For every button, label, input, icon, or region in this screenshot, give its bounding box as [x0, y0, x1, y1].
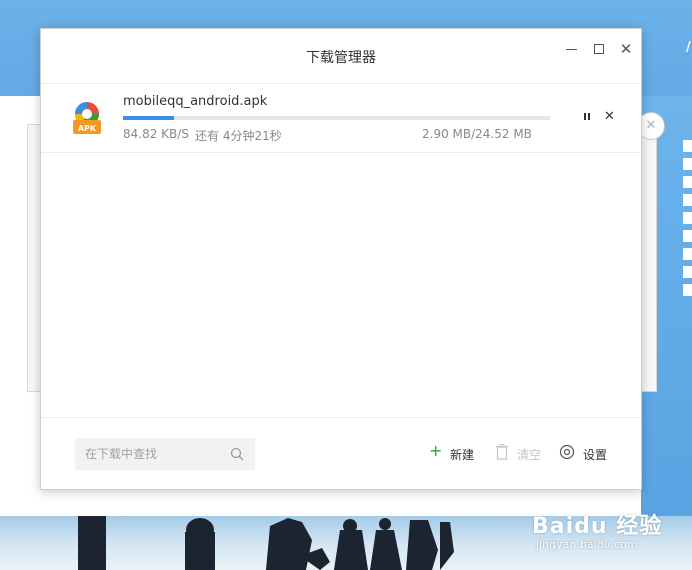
watermark-url: jingyan.baidu.com	[536, 538, 638, 551]
search-input[interactable]	[75, 438, 235, 470]
download-progress-bar	[123, 116, 550, 120]
download-progress-fill	[123, 116, 175, 120]
close-button[interactable]: ✕	[616, 39, 636, 59]
download-item[interactable]: APK mobileqq_android.apk 84.82 KB/S 还有 4…	[41, 84, 641, 153]
baidu-jingyan-watermark: Baidu 经验 jingyan.baidu.com	[532, 506, 692, 564]
title-bar: 下载管理器 ✕	[41, 29, 641, 84]
trash-icon	[496, 444, 508, 460]
download-filename: mobileqq_android.apk	[123, 94, 268, 109]
search-box	[75, 438, 255, 470]
gear-icon	[559, 444, 575, 460]
cancel-download-button[interactable]: ✕	[604, 109, 615, 124]
apk-icon-label: APK	[78, 124, 97, 133]
window-title: 下载管理器	[306, 50, 376, 66]
download-time-remaining: 还有 4分钟21秒	[195, 129, 282, 143]
pause-button[interactable]	[581, 111, 593, 123]
watermark-logo: Baidu 经验	[532, 514, 663, 539]
settings-label: 设置	[583, 448, 608, 462]
plus-icon: +	[429, 441, 443, 460]
minimize-button[interactable]	[562, 39, 582, 59]
search-icon[interactable]	[230, 447, 244, 461]
download-speed: 84.82 KB/S	[123, 127, 189, 141]
new-download-label: 新建	[450, 448, 475, 462]
background-glyph: /	[686, 40, 691, 55]
download-manager-window: 下载管理器 ✕ APK mobileqq_android.apk 84.82 K…	[40, 28, 642, 490]
footer-toolbar: + 新建 清空 设置	[41, 417, 641, 489]
download-size: 2.90 MB/24.52 MB	[422, 127, 532, 141]
background-stripes	[683, 140, 692, 310]
apk-icon: APK	[73, 102, 101, 134]
maximize-button[interactable]	[589, 39, 609, 59]
clear-label: 清空	[517, 448, 542, 462]
